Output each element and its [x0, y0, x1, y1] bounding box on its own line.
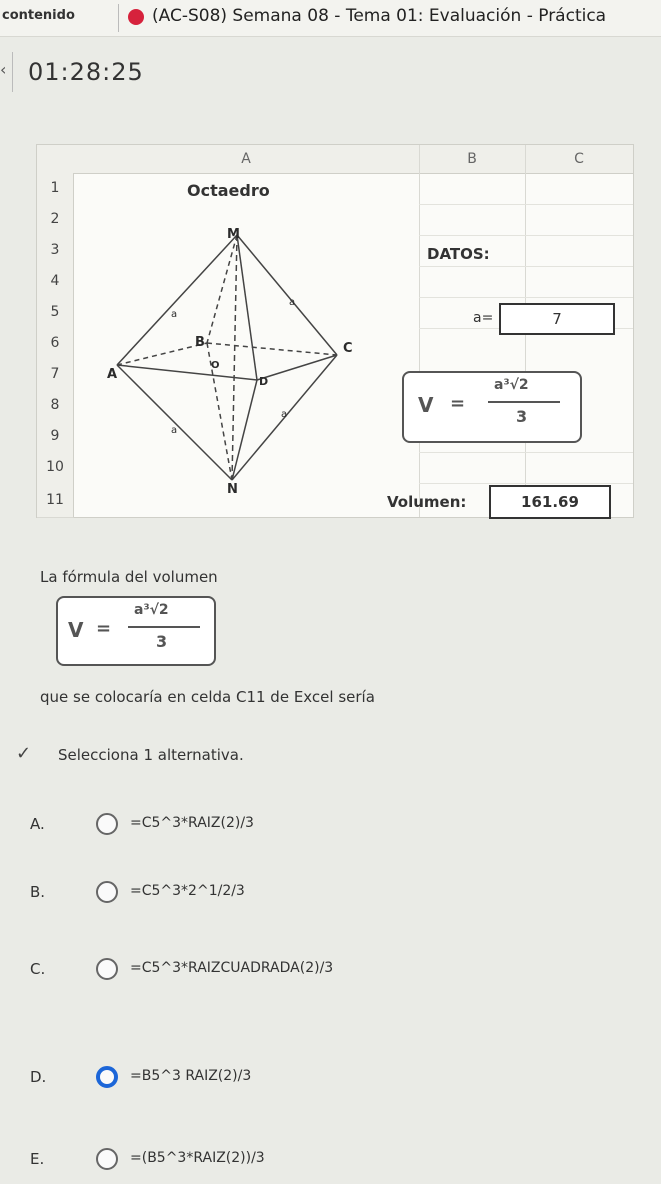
column-header-a: A [73, 145, 419, 174]
a-value-cell: 7 [499, 303, 615, 335]
vertex-label-a: A [107, 367, 118, 382]
formula-lhs: V [418, 393, 434, 417]
formula-equals: = [450, 393, 466, 414]
chevron-icon[interactable]: ‹ [0, 60, 6, 79]
row-header: 1 [37, 173, 74, 205]
top-bar: contenido (AC-S08) Semana 08 - Tema 01: … [0, 0, 661, 37]
radio-button-a[interactable] [96, 813, 118, 835]
option-a[interactable]: A. =C5^3*RAIZ(2)/3 [0, 813, 661, 875]
formula-numerator: a³√2 [494, 377, 529, 393]
grid-line [419, 452, 633, 453]
option-text: =C5^3*RAIZ(2)/3 [130, 815, 254, 831]
formula-image-sheet: V = a³√2 3 [402, 371, 582, 443]
row-header: 8 [37, 390, 74, 422]
timer-row: ‹ 01:28:25 [0, 52, 661, 96]
row-header: 11 [37, 483, 74, 518]
row-header: 5 [37, 297, 74, 329]
option-c[interactable]: C. =C5^3*RAIZCUADRADA(2)/3 [0, 958, 661, 1020]
grid-line [419, 145, 420, 517]
row-header: 9 [37, 421, 74, 453]
formula-equals: = [96, 618, 112, 639]
formula-numerator: a³√2 [134, 602, 169, 618]
countdown-timer: 01:28:25 [28, 58, 144, 86]
option-e[interactable]: E. =(B5^3*RAIZ(2))/3 [0, 1148, 661, 1184]
formula-denominator: 3 [156, 632, 168, 651]
edge-label-a: a [171, 425, 178, 436]
option-letter: E. [30, 1150, 45, 1168]
radio-button-c[interactable] [96, 958, 118, 980]
row-header: 2 [37, 204, 74, 236]
option-b[interactable]: B. =C5^3*2^1/2/3 [0, 881, 661, 943]
volume-value-cell: 161.69 [489, 485, 611, 519]
question-prompt: que se colocaría en celda C11 de Excel s… [40, 688, 375, 706]
exam-title: (AC-S08) Semana 08 - Tema 01: Evaluación… [152, 6, 607, 26]
row-header: 4 [37, 266, 74, 298]
column-header-c: C [525, 145, 633, 174]
grid-line [419, 204, 633, 205]
row-header: 10 [37, 452, 74, 484]
edge-label-a: a [289, 297, 296, 308]
checkmark-icon: ✓ [16, 743, 32, 764]
option-text: =(B5^3*RAIZ(2))/3 [130, 1150, 265, 1166]
grid-line [419, 297, 633, 298]
formula-image-question: V = a³√2 3 [56, 596, 216, 666]
vertex-label-b: B [195, 335, 205, 350]
a-label: a= [473, 310, 494, 326]
question-intro: La fórmula del volumen [40, 568, 218, 586]
radio-button-e[interactable] [96, 1148, 118, 1170]
option-d[interactable]: D. =B5^3 RAIZ(2)/3 [0, 1066, 661, 1128]
option-text: =C5^3*2^1/2/3 [130, 883, 245, 899]
option-letter: D. [30, 1068, 47, 1086]
grid-line [419, 266, 633, 267]
radio-button-b[interactable] [96, 881, 118, 903]
datos-label: DATOS: [427, 245, 490, 263]
center-label-o: O [211, 360, 220, 371]
fraction-bar [128, 626, 200, 628]
divider [12, 52, 13, 92]
cell-title-octaedro: Octaedro [187, 181, 270, 200]
corner-cell [37, 145, 73, 174]
row-header: 6 [37, 328, 74, 360]
option-letter: A. [30, 815, 45, 833]
option-letter: C. [30, 960, 46, 978]
vertex-label-n: N [227, 482, 238, 497]
formula-denominator: 3 [516, 407, 528, 426]
vertex-label-d: D [259, 375, 269, 388]
option-text: =C5^3*RAIZCUADRADA(2)/3 [130, 960, 334, 976]
vertex-label-m: M [227, 227, 240, 242]
radio-button-d-selected[interactable] [96, 1066, 118, 1088]
vertex-label-c: C [343, 341, 353, 356]
grid-line [419, 483, 633, 484]
spreadsheet-image: A B C 1 2 3 4 5 6 7 8 9 10 11 Octaedro M… [36, 144, 634, 519]
edge-label-a: a [281, 409, 288, 420]
option-letter: B. [30, 883, 46, 901]
grid-line [419, 235, 633, 236]
divider [118, 4, 119, 32]
edge-label-a: a [171, 309, 178, 320]
column-header-b: B [419, 145, 525, 174]
volume-label: Volumen: [387, 493, 467, 511]
record-dot-icon [128, 9, 144, 25]
breadcrumb-contenido[interactable]: contenido [2, 8, 75, 23]
instruction-text: Selecciona 1 alternativa. [58, 746, 244, 764]
row-header: 7 [37, 359, 74, 391]
row-header: 3 [37, 235, 74, 267]
fraction-bar [488, 401, 560, 403]
option-text: =B5^3 RAIZ(2)/3 [130, 1068, 252, 1084]
formula-lhs: V [68, 618, 84, 642]
